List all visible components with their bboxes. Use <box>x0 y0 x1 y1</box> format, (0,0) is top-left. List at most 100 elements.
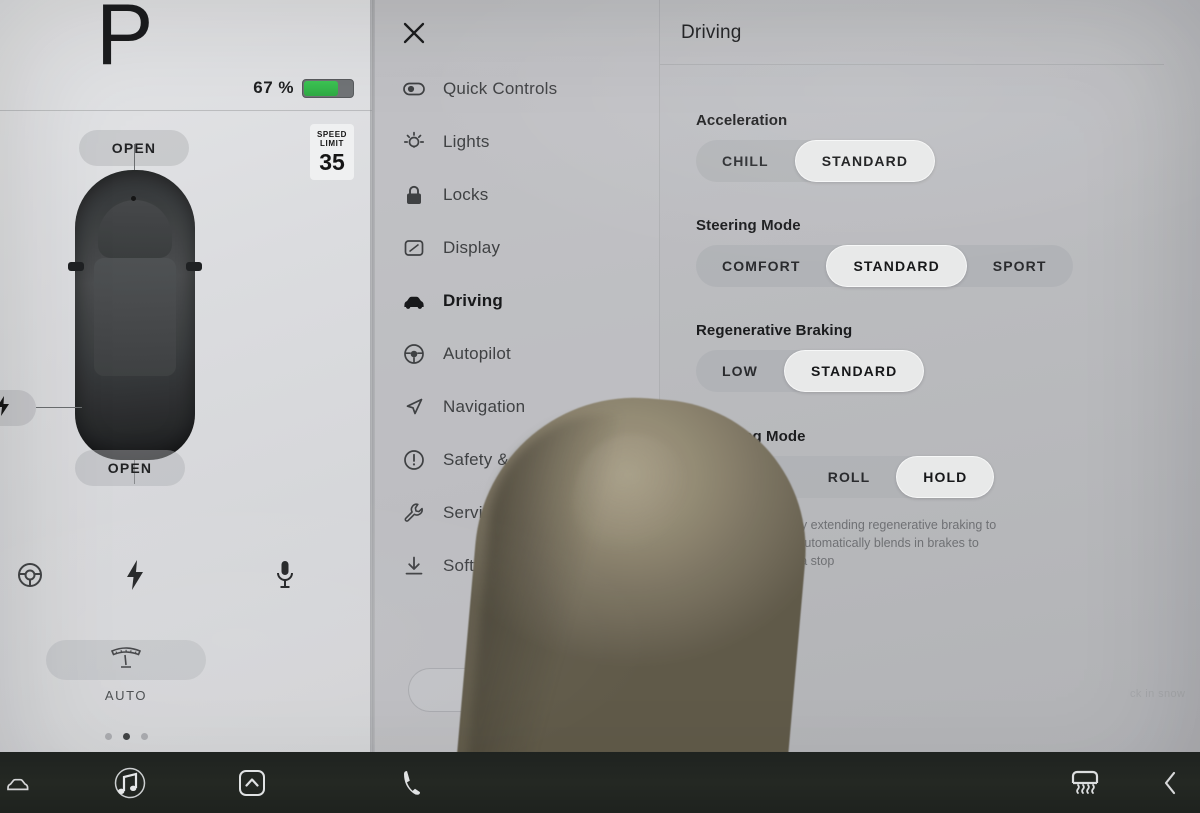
lights-icon <box>403 131 425 153</box>
car-hood-marker <box>131 196 136 201</box>
sidebar-item-label: Lights <box>443 131 490 151</box>
sidebar-item-service[interactable]: Service <box>375 486 660 539</box>
steering-wheel-icon <box>403 343 425 365</box>
cluster-divider <box>0 110 372 111</box>
setting-group-regenerative-braking: Regenerative Braking LOW STANDARD <box>696 322 925 392</box>
sidebar-item-label: Service <box>443 502 502 522</box>
sidebar-item-display[interactable]: Display <box>375 221 660 274</box>
group-label: Stopping Mode <box>696 428 806 445</box>
sidebar-item-safety-security[interactable]: Safety & Security <box>375 433 660 486</box>
sidebar-item-label: Autopilot <box>443 343 511 363</box>
content-divider <box>660 64 1164 65</box>
car-icon[interactable] <box>4 770 44 796</box>
instrument-cluster-panel: P 67 % OPEN SPEED LIMIT 35 <box>0 0 372 752</box>
alert-circle-icon <box>403 449 425 471</box>
page-indicator-dots[interactable] <box>46 733 206 740</box>
sidebar-item-lights[interactable]: Lights <box>375 115 660 168</box>
stopping-mode-segmented-control[interactable]: CREEP ROLL HOLD <box>696 456 995 498</box>
page-dot[interactable] <box>104 733 112 740</box>
sidebar-item-label: Software <box>443 555 512 575</box>
wiper-mode-label: AUTO <box>104 688 148 703</box>
navigation-arrow-icon <box>403 396 425 418</box>
quick-controls-icon <box>403 78 425 100</box>
regen-braking-segmented-control[interactable]: LOW STANDARD <box>696 350 925 392</box>
description-line: lower speeds and automatically blends in… <box>696 536 979 551</box>
battery-percent-label: 67 % <box>253 78 294 97</box>
stopping-mode-description: Maximizes range by extending regenerativ… <box>696 516 1116 570</box>
settings-sidebar: Quick Controls Lights Locks Display Driv… <box>375 0 660 752</box>
sidebar-item-quick-controls[interactable]: Quick Controls <box>375 62 660 115</box>
sidebar-item-navigation[interactable]: Navigation <box>375 380 660 433</box>
sidebar-item-label: Quick Controls <box>443 78 558 98</box>
vehicle-illustration[interactable] <box>60 144 210 484</box>
segment-roll[interactable]: ROLL <box>802 456 897 498</box>
wiper-button[interactable] <box>46 640 206 680</box>
sidebar-item-label: Locks <box>443 184 489 204</box>
sidebar-item-autopilot[interactable]: Autopilot <box>375 327 660 380</box>
wrench-icon <box>403 502 425 524</box>
car-mirror-left <box>68 262 84 271</box>
phone-icon[interactable] <box>400 767 426 799</box>
glovebox-icon <box>464 675 490 706</box>
charge-port-leader-line <box>36 407 82 408</box>
rear-defrost-icon[interactable] <box>1068 768 1102 798</box>
acceleration-segmented-control[interactable]: CHILL STANDARD <box>696 140 936 182</box>
glovebox-button[interactable] <box>408 668 546 712</box>
page-dot-active[interactable] <box>122 733 130 740</box>
segment-comfort[interactable]: COMFORT <box>696 245 826 287</box>
charging-icon[interactable] <box>60 560 210 590</box>
gear-indicator: P <box>96 0 155 83</box>
bolt-icon <box>0 395 10 421</box>
display-icon <box>403 237 425 259</box>
battery-icon <box>302 78 354 98</box>
sidebar-item-label: Display <box>443 237 501 257</box>
segment-chill[interactable]: CHILL <box>696 140 795 182</box>
download-icon <box>403 555 425 577</box>
faint-secondary-note: ck in snow <box>1130 688 1186 700</box>
speed-limit-sign: SPEED LIMIT 35 <box>310 124 354 180</box>
sidebar-item-locks[interactable]: Locks <box>375 168 660 221</box>
sidebar-item-label: Navigation <box>443 396 526 416</box>
group-label: Steering Mode <box>696 217 801 234</box>
settings-nav-list: Quick Controls Lights Locks Display Driv… <box>375 62 660 592</box>
page-dot[interactable] <box>140 733 148 740</box>
page-title: Driving <box>681 22 742 43</box>
setting-group-stopping-mode: Stopping Mode CREEP ROLL HOLD <box>696 428 995 498</box>
segment-standard[interactable]: STANDARD <box>794 140 936 182</box>
group-label: Regenerative Braking <box>696 322 853 339</box>
speed-limit-value: 35 <box>319 148 345 175</box>
lock-icon <box>403 184 425 206</box>
close-icon[interactable] <box>397 16 431 50</box>
segment-sport[interactable]: SPORT <box>967 245 1073 287</box>
settings-overlay: Quick Controls Lights Locks Display Driv… <box>375 0 1200 752</box>
chevron-left-icon[interactable] <box>1162 770 1180 796</box>
steering-mode-segmented-control[interactable]: COMFORT STANDARD SPORT <box>696 245 1073 287</box>
settings-content-pane: Driving Acceleration CHILL STANDARD Stee… <box>660 0 1200 752</box>
wiper-icon <box>108 646 144 675</box>
sidebar-item-driving[interactable]: Driving <box>375 274 660 327</box>
battery-status: 67 % <box>253 78 354 98</box>
sidebar-item-software[interactable]: Software <box>375 539 660 592</box>
group-label: Acceleration <box>696 112 788 129</box>
microphone-icon[interactable] <box>210 560 360 590</box>
description-line: hold the vehicle at a stop <box>696 554 835 569</box>
segment-hold[interactable]: HOLD <box>896 456 995 498</box>
description-line: Maximizes range by extending regenerativ… <box>696 518 997 532</box>
car-mirror-right <box>186 262 202 271</box>
setting-group-acceleration: Acceleration CHILL STANDARD <box>696 112 936 182</box>
steering-wheel-icon[interactable] <box>0 562 60 588</box>
music-note-icon[interactable] <box>110 766 150 800</box>
bottom-taskbar <box>0 752 1200 813</box>
trunk-open-button[interactable]: OPEN <box>75 450 185 486</box>
expand-up-icon[interactable] <box>236 767 268 799</box>
segment-low[interactable]: LOW <box>696 350 784 392</box>
speed-limit-caption-2: LIMIT <box>320 139 344 149</box>
setting-group-steering-mode: Steering Mode COMFORT STANDARD SPORT <box>696 217 1073 287</box>
frunk-leader-line <box>134 144 135 172</box>
segment-standard[interactable]: STANDARD <box>826 245 967 287</box>
cluster-quick-row <box>0 560 372 590</box>
segment-creep[interactable]: CREEP <box>696 456 802 498</box>
battery-fill <box>304 80 338 96</box>
charge-port-button[interactable] <box>0 390 36 426</box>
segment-standard[interactable]: STANDARD <box>783 350 925 392</box>
